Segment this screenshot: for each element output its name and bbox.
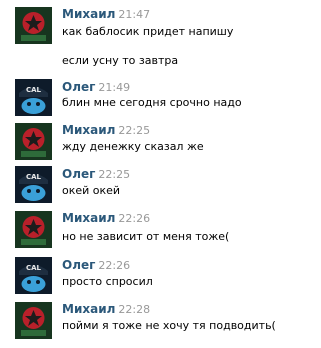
message-item: Михаил 22:26 но не зависит от меня тоже( [0,210,321,250]
message-text: блин мне сегодня срочно надо [62,96,242,109]
svg-text:CAL: CAL [26,264,42,272]
blue-cap-avatar-icon: CAL [15,166,52,203]
author-name[interactable]: Михаил [62,7,115,21]
message-header: Михаил 22:28 [62,301,150,317]
author-name[interactable]: Олег [62,167,95,181]
message-item: Михаил 22:28 пойми я тоже не хочу тя подв… [0,301,321,341]
message-text: если усну то завтра [62,54,179,67]
message-time[interactable]: 22:25 [118,124,150,137]
red-emblem-avatar-icon [15,7,52,44]
avatar-oleg[interactable]: CAL [15,79,52,116]
avatar-mikhail[interactable] [15,7,52,44]
message-header: Олег 22:26 [62,257,130,273]
message-item: CAL Олег 22:25 окей окей [0,166,321,206]
message-text: просто спросил [62,275,153,288]
message-header: Михаил 22:25 [62,122,150,138]
blue-cap-avatar-icon: CAL [15,79,52,116]
message-item: Михаил 22:25 жду денежку сказал же [0,122,321,162]
avatar-mikhail[interactable] [15,123,52,160]
message-header: Олег 21:49 [62,79,130,95]
avatar-mikhail[interactable] [15,211,52,248]
message-text: жду денежку сказал же [62,140,204,153]
message-text: но не зависит от меня тоже( [62,230,230,243]
avatar-oleg[interactable]: CAL [15,166,52,203]
message-time[interactable]: 22:26 [118,212,150,225]
message-text: окей окей [62,184,121,197]
message-item: CAL Олег 22:26 просто спросил [0,257,321,297]
avatar-mikhail[interactable] [15,302,52,339]
message-time[interactable]: 22:28 [118,303,150,316]
message-time[interactable]: 22:25 [98,168,130,181]
message-header: Михаил 21:47 [62,6,150,22]
svg-text:CAL: CAL [26,173,42,181]
message-time[interactable]: 21:47 [118,8,150,21]
message-header: Михаил 22:26 [62,210,150,226]
message-time[interactable]: 22:26 [98,259,130,272]
author-name[interactable]: Михаил [62,123,115,137]
svg-text:CAL: CAL [26,86,42,94]
message-header: Олег 22:25 [62,166,130,182]
red-emblem-avatar-icon [15,211,52,248]
blue-cap-avatar-icon: CAL [15,257,52,294]
author-name[interactable]: Олег [62,258,95,272]
message-time[interactable]: 21:49 [98,81,130,94]
author-name[interactable]: Михаил [62,211,115,225]
message-item: Михаил 21:47 как баблосик придет напишу е… [0,6,321,67]
red-emblem-avatar-icon [15,302,52,339]
message-text: как баблосик придет напишу [62,25,234,38]
red-emblem-avatar-icon [15,123,52,160]
message-item: CAL Олег 21:49 блин мне сегодня срочно на… [0,79,321,119]
avatar-oleg[interactable]: CAL [15,257,52,294]
author-name[interactable]: Михаил [62,302,115,316]
message-text: пойми я тоже не хочу тя подводить( [62,319,276,332]
author-name[interactable]: Олег [62,80,95,94]
